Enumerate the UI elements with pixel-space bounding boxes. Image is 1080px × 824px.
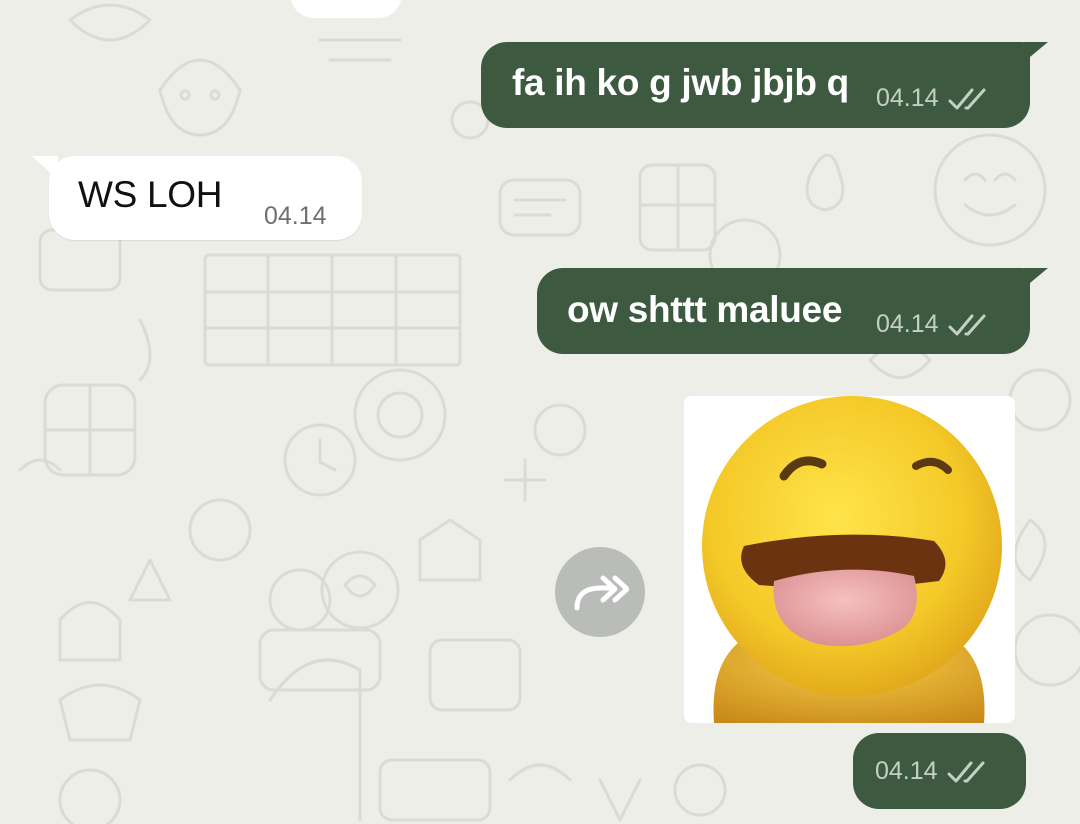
message-bubble-incoming[interactable]: WS LOH 04.14 (49, 156, 362, 240)
message-time: 04.14 (876, 310, 939, 338)
double-check-icon (948, 314, 986, 335)
bubble-tail (32, 156, 58, 180)
message-meta: 04.14 (876, 310, 993, 339)
message-bubble-outgoing[interactable]: ow shttt maluee 04.14 (537, 268, 1030, 354)
message-text: ow shttt maluee (567, 289, 843, 330)
message-meta: 04.14 (876, 84, 993, 113)
message-time: 04.14 (876, 84, 939, 112)
message-meta: 04.14 (264, 202, 327, 231)
forward-icon (574, 575, 629, 611)
sticker-image[interactable] (684, 396, 1015, 723)
message-meta: 04.14 (875, 757, 992, 786)
message-bubble-outgoing[interactable]: 04.14 (853, 733, 1026, 809)
message-bubble-outgoing[interactable]: fa ih ko g jwb jbjb q 04.14 (481, 42, 1030, 128)
yellow-tongue-face-sticker (684, 396, 1015, 723)
double-check-icon (947, 761, 985, 782)
message-bubble-partial (290, 0, 402, 18)
bubble-tail (1024, 268, 1048, 288)
bubble-tail (1024, 42, 1048, 62)
message-time: 04.14 (264, 202, 327, 230)
message-text: fa ih ko g jwb jbjb q (512, 62, 849, 103)
message-time: 04.14 (875, 757, 938, 785)
forward-button[interactable] (555, 547, 645, 637)
double-check-icon (948, 88, 986, 109)
message-text: WS LOH (78, 174, 223, 215)
